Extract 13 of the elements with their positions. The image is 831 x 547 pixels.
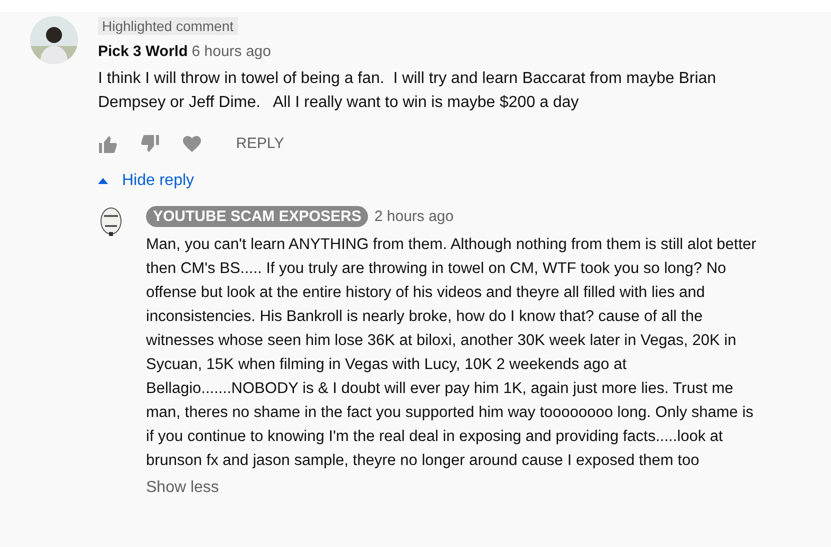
heart-icon[interactable] [182, 134, 202, 154]
author-name[interactable]: YOUTUBE SCAM EXPOSERS [146, 206, 368, 227]
author-name[interactable]: Pick 3 World [98, 43, 188, 60]
highlighted-badge: Highlighted comment [98, 17, 238, 35]
reply-text: Man, you can't learn ANYTHING from them. Although nothing from them is still alot better then CM's BS..... If you truly are throwing in towel on CM, WTF took you so long? No offense but look at the entire history of his videos and theyre all filled with lies and inconsistencies. His Bankroll is nearly broke, how do I know that? cause of all the witnesses whose seen him lose 36K at biloxi, another 30K week later in Vegas, 20K in Sycuan, 15K when filming in Vegas with Lucy, 10K 2 weekends ago at Bellagio.......NOBODY is & I doubt will ever pay him 1K, again just more lies. Trust me man, theres no shame in the fact you supported him way toooooooo long. Only shame is if you continue to knowing I'm the real deal in exposing and providing facts.....look at brunson fx and jason sample, theyre no longer around cause I exposed them too [146, 235, 758, 471]
thumbs-up-icon[interactable] [98, 134, 118, 154]
reply-time[interactable]: 2 hours ago [374, 208, 454, 225]
comment-text: I think I will throw in towel of being a fan. I will try and learn Baccarat from maybe Brian Dempsey or Jeff Dime. All I really want to win is maybe $200 a day [98, 69, 718, 113]
comment-time[interactable]: 6 hours ago [192, 43, 271, 60]
show-less-link[interactable]: Show less [146, 479, 219, 497]
hide-replies-toggle[interactable]: Hide reply [98, 172, 194, 190]
reply-button[interactable]: REPLY [224, 131, 284, 156]
thumbs-down-icon[interactable] [140, 134, 160, 154]
